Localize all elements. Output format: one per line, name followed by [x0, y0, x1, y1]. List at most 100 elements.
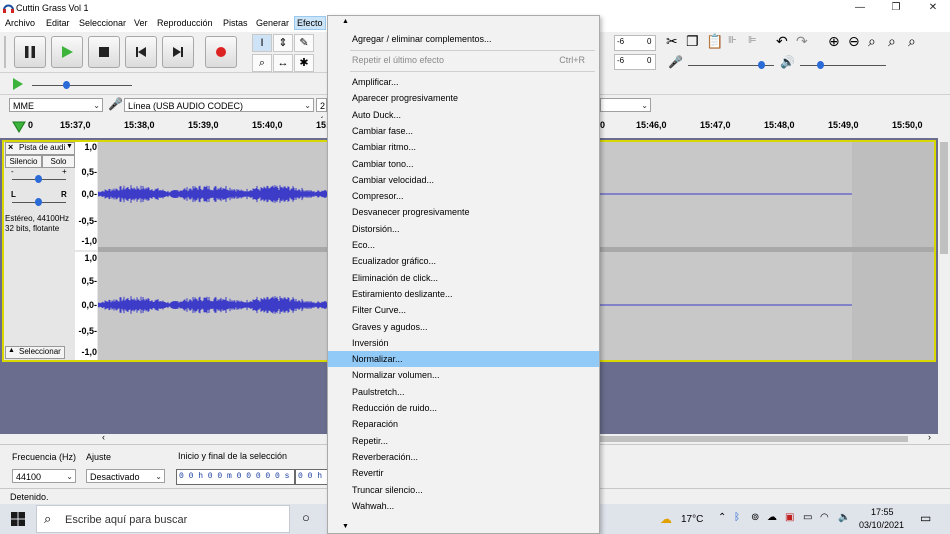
menu-item-repeat-last-effect[interactable]: Repetir el último efecto Ctrl+R — [328, 52, 599, 68]
menu-item-effect[interactable]: Estiramiento deslizante... — [328, 286, 599, 302]
battery-icon[interactable]: ▭ — [803, 512, 812, 523]
menu-item-effect[interactable]: Inversión — [328, 335, 599, 351]
weather-icon[interactable]: ☁ — [660, 512, 672, 526]
scroll-left-icon[interactable]: ‹ — [102, 432, 105, 442]
snap-select[interactable]: Desactivado ⌄ — [86, 469, 165, 483]
menu-ver[interactable]: Ver — [134, 18, 148, 28]
playback-meter[interactable]: -6 0 — [614, 54, 656, 70]
menu-archivo[interactable]: Archivo — [5, 18, 35, 28]
vertical-scrollbar-thumb[interactable] — [940, 142, 948, 254]
menu-item-effect[interactable]: Filter Curve... — [328, 302, 599, 318]
menu-item-effect[interactable]: Auto Duck... — [328, 107, 599, 123]
menu-generar[interactable]: Generar — [256, 18, 289, 28]
project-rate-select[interactable]: 44100 ⌄ — [12, 469, 76, 483]
playback-volume-handle[interactable] — [817, 61, 824, 69]
close-button[interactable]: ✕ — [918, 1, 948, 15]
fit-selection-icon[interactable]: ⌕ — [868, 33, 876, 50]
wifi-icon[interactable]: ◠ — [820, 512, 829, 523]
playback-volume-slider[interactable] — [800, 65, 886, 66]
empty-track-region[interactable] — [852, 252, 934, 360]
menu-item-add-remove-plugins[interactable]: Agregar / eliminar complementos... — [328, 31, 599, 47]
menu-item-effect[interactable]: Normalizar volumen... — [328, 367, 599, 383]
cut-icon[interactable]: ✂ — [666, 33, 678, 50]
record-volume-handle[interactable] — [758, 61, 765, 69]
selection-tool-button[interactable]: I — [252, 34, 272, 52]
stop-button[interactable] — [88, 36, 120, 68]
menu-item-effect[interactable]: Cambiar velocidad... — [328, 172, 599, 188]
vertical-scale-bottom[interactable]: 1,0 0,5- 0,0- -0,5- -1,0 — [75, 252, 97, 360]
vertical-scale-top[interactable]: 1,0 0,5- 0,0- -0,5- -1,0 — [75, 142, 97, 250]
chevron-up-icon[interactable]: ⌃ — [718, 512, 726, 523]
zoom-in-icon[interactable]: ⊕ — [828, 33, 840, 50]
speed-slider-track[interactable] — [32, 85, 132, 86]
speed-slider-handle[interactable] — [63, 81, 70, 89]
menu-seleccionar[interactable]: Seleccionar — [79, 18, 126, 28]
zoom-out-icon[interactable]: ⊖ — [848, 33, 860, 50]
menu-item-effect[interactable]: Revertir — [328, 465, 599, 481]
multi-tool-button[interactable]: ✱ — [294, 54, 314, 72]
timeline-play-head-icon[interactable] — [12, 121, 26, 133]
play-at-speed-icon[interactable] — [12, 78, 24, 90]
menu-item-effect[interactable]: Normalizar... — [328, 351, 599, 368]
menu-efecto[interactable]: Efecto — [294, 16, 326, 30]
empty-track-region[interactable] — [852, 142, 934, 247]
envelope-tool-button[interactable]: ⇕ — [273, 34, 293, 52]
copy-icon[interactable]: ❐ — [686, 33, 699, 50]
menu-item-effect[interactable]: Amplificar... — [328, 74, 599, 90]
pan-slider-handle[interactable] — [35, 198, 42, 206]
menu-item-effect[interactable]: Ecualizador gráfico... — [328, 253, 599, 269]
windows-start-icon[interactable] — [11, 512, 25, 526]
redo-icon[interactable]: ↷ — [796, 33, 808, 50]
draw-tool-button[interactable]: ✎ — [294, 34, 314, 52]
skip-end-button[interactable] — [162, 36, 194, 68]
channels-select[interactable]: 2 ( — [316, 98, 327, 125]
menu-item-effect[interactable]: Desvanecer progresivamente — [328, 204, 599, 220]
gain-slider-handle[interactable] — [35, 175, 42, 183]
menu-item-effect[interactable]: Graves y agudos... — [328, 319, 599, 335]
menu-item-effect[interactable]: Aparecer progresivamente — [328, 90, 599, 106]
task-view-icon[interactable]: ○ — [302, 510, 310, 525]
tray-badge-icon[interactable]: ▣ — [785, 512, 794, 523]
menu-reproduccion[interactable]: Reproducción — [157, 18, 213, 28]
solo-button[interactable]: Solo — [42, 155, 75, 168]
record-button[interactable] — [205, 36, 237, 68]
record-meter[interactable]: -6 0 — [614, 35, 656, 51]
menu-item-effect[interactable]: Distorsión... — [328, 221, 599, 237]
zoom-toggle-icon[interactable]: ⌕ — [908, 33, 916, 50]
tray-app-icon[interactable]: ⊚ — [751, 512, 759, 523]
notification-icon[interactable]: ▭ — [920, 511, 931, 525]
fit-project-icon[interactable]: ⌕ — [888, 33, 896, 50]
menu-item-effect[interactable]: Cambiar fase... — [328, 123, 599, 139]
timeshift-tool-button[interactable]: ↔ — [273, 54, 293, 72]
menu-editar[interactable]: Editar — [46, 18, 70, 28]
clock-time[interactable]: 17:55 — [871, 507, 894, 517]
selection-range-label[interactable]: Inicio y final de la selección — [178, 451, 287, 461]
scroll-right-icon[interactable]: › — [928, 432, 931, 442]
menu-scroll-down-icon[interactable]: ▼ — [342, 523, 349, 530]
cloud-icon[interactable]: ☁ — [767, 512, 777, 523]
selection-start-time[interactable]: 0 0 h 0 0 m 0 0 0 0 0 s — [176, 469, 295, 485]
trim-icon[interactable]: ⊪ — [728, 35, 737, 46]
menu-item-effect[interactable]: Paulstretch... — [328, 384, 599, 400]
skip-start-button[interactable] — [125, 36, 157, 68]
track-close-icon[interactable]: × — [8, 142, 13, 152]
toolbar-grip[interactable] — [4, 36, 6, 68]
track-name-menu[interactable]: × Pista de audi ▼ — [5, 142, 75, 155]
menu-item-effect[interactable]: Cambiar tono... — [328, 156, 599, 172]
maximize-button[interactable]: ❐ — [881, 1, 911, 15]
weather-temperature[interactable]: 17°C — [681, 514, 703, 525]
playback-device-select[interactable]: ⌄ — [600, 98, 651, 112]
menu-scroll-up-icon[interactable]: ▲ — [342, 18, 349, 25]
menu-item-effect[interactable]: Reverberación... — [328, 449, 599, 465]
menu-item-effect[interactable]: Cambiar ritmo... — [328, 139, 599, 155]
clock-date[interactable]: 03/10/2021 — [859, 520, 904, 530]
bluetooth-icon[interactable]: ᛒ — [734, 512, 740, 523]
vertical-scrollbar[interactable] — [938, 138, 950, 434]
menu-item-effect[interactable]: Reparación — [328, 416, 599, 432]
minimize-button[interactable]: — — [845, 1, 875, 15]
paste-icon[interactable]: 📋 — [706, 33, 723, 50]
play-button[interactable] — [51, 36, 83, 68]
zoom-tool-button[interactable]: ⌕ — [252, 54, 272, 72]
selection-end-time[interactable]: 0 0 h 0 — [295, 469, 331, 485]
pause-button[interactable] — [14, 36, 46, 68]
